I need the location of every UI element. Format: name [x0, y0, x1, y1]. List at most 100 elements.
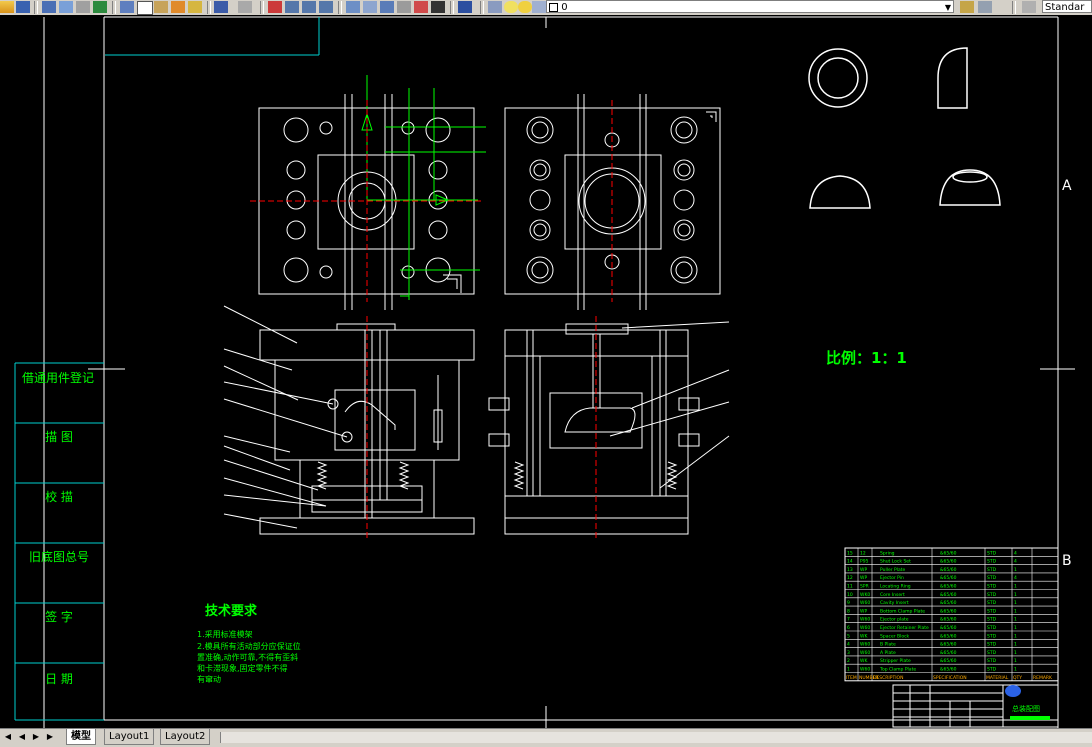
- toolbar-separator: [112, 1, 116, 14]
- bom-cell: 12: [860, 550, 866, 556]
- bom-cell: Ejector Pin: [880, 575, 904, 581]
- style-select[interactable]: Standar: [1042, 0, 1092, 13]
- toolbar-separator: [260, 1, 264, 14]
- copy-icon[interactable]: [137, 1, 153, 15]
- new-file-icon[interactable]: [0, 1, 14, 13]
- undo-icon[interactable]: [214, 1, 228, 13]
- layer-previous-icon[interactable]: [960, 1, 974, 13]
- cut-icon[interactable]: [120, 1, 134, 13]
- sun-icon[interactable]: [518, 1, 532, 13]
- stamp-row-2: 描 图: [45, 430, 73, 444]
- save-icon[interactable]: [16, 1, 30, 13]
- text-style-icon[interactable]: [1022, 1, 1036, 13]
- bom-cell: STD: [987, 550, 997, 556]
- bom-cell: &65/60: [940, 650, 957, 656]
- bom-cell: 1: [847, 667, 850, 673]
- bom-cell: Bottom Clamp Plate: [880, 608, 925, 614]
- layer-state-icon[interactable]: [978, 1, 992, 13]
- bom-cell: WK: [860, 633, 868, 639]
- zoom-realtime-icon[interactable]: [285, 1, 299, 13]
- bom-cell: STD: [987, 559, 997, 565]
- lock-icon[interactable]: [532, 1, 546, 13]
- tab-model[interactable]: 模型: [66, 729, 96, 745]
- bom-cell: STD: [987, 567, 997, 573]
- bom-cell: 13: [847, 567, 853, 573]
- bom-cell: 1: [1014, 567, 1017, 573]
- tab-layout2[interactable]: Layout2: [160, 729, 211, 745]
- first-tab-icon[interactable]: ◀: [2, 731, 14, 743]
- bom-cell: STD: [987, 584, 997, 590]
- tech-line-1: 1.采用标准模架: [197, 629, 253, 639]
- bom-header-cell: ITEM: [846, 675, 857, 681]
- zoom-previous-icon[interactable]: [319, 1, 333, 13]
- bom-cell: 1: [1014, 592, 1017, 598]
- toolbar-separator: [34, 1, 38, 14]
- bom-cell: 15: [847, 550, 853, 556]
- bom-cell: 7: [847, 617, 850, 623]
- paste-icon[interactable]: [154, 1, 168, 13]
- bom-cell: 14: [847, 559, 853, 565]
- calculator-icon[interactable]: [431, 1, 445, 13]
- bom-cell: 4: [847, 642, 850, 648]
- bom-cell: &65/60: [940, 592, 957, 598]
- match-properties-icon[interactable]: [171, 1, 185, 13]
- tab-layout1[interactable]: Layout1: [104, 729, 155, 745]
- lightbulb-icon[interactable]: [504, 1, 518, 13]
- canvas-background: [0, 15, 1092, 728]
- bom-cell: Core Insert: [880, 592, 905, 598]
- bom-cell: STD: [987, 625, 997, 631]
- bom-cell: STD: [987, 608, 997, 614]
- bom-header-cell: QTY: [1013, 675, 1022, 681]
- layer-manager-icon[interactable]: [488, 1, 502, 13]
- bom-cell: W60: [860, 642, 870, 648]
- zoom-window-icon[interactable]: [302, 1, 316, 13]
- bom-cell: 4: [1014, 575, 1017, 581]
- layer-color-swatch: [549, 2, 558, 12]
- tech-title: 技术要求: [205, 603, 258, 619]
- bom-cell: STD: [987, 633, 997, 639]
- scale-label: 比例：1：1: [826, 349, 907, 367]
- bom-cell: Top Clamp Plate: [879, 667, 916, 673]
- bom-cell: STD: [987, 658, 997, 664]
- bom-cell: &65/60: [940, 658, 957, 664]
- last-tab-icon[interactable]: ▶: [44, 731, 56, 743]
- title-block-bar: [1010, 716, 1050, 720]
- bom-cell: 4: [1014, 550, 1017, 556]
- bom-cell: WK0: [860, 592, 870, 598]
- markup-icon[interactable]: [414, 1, 428, 13]
- block-editor-icon[interactable]: [188, 1, 202, 13]
- bom-cell: &65/60: [940, 600, 957, 606]
- stamp-row-5: 签 字: [45, 609, 73, 624]
- bom-cell: &65/60: [940, 633, 957, 639]
- tech-line-4: 和卡滞现象,固定零件不得: [197, 663, 288, 673]
- etransmit-icon[interactable]: [93, 1, 107, 13]
- bom-cell: Puller Plate: [880, 567, 906, 573]
- bom-cell: &65/60: [940, 584, 957, 590]
- horizontal-scrollbar[interactable]: [220, 732, 1092, 743]
- chevron-down-icon[interactable]: ▼: [945, 1, 951, 12]
- plot-preview-icon[interactable]: [59, 1, 73, 13]
- bom-cell: 1: [1014, 633, 1017, 639]
- bom-cell: 2: [847, 658, 850, 664]
- bom-cell: WP: [860, 608, 867, 614]
- redo-icon[interactable]: [238, 1, 252, 13]
- properties-icon[interactable]: [346, 1, 360, 13]
- sheet-set-icon[interactable]: [397, 1, 411, 13]
- pan-icon[interactable]: [268, 1, 282, 13]
- previous-tab-icon[interactable]: ◀: [16, 731, 28, 743]
- bom-cell: WP: [860, 567, 867, 573]
- next-tab-icon[interactable]: ▶: [30, 731, 42, 743]
- bom-cell: W60: [860, 667, 870, 673]
- layer-select[interactable]: 0 ▼: [546, 0, 954, 13]
- tool-palettes-icon[interactable]: [380, 1, 394, 13]
- bom-cell: &65/60: [940, 575, 957, 581]
- bom-cell: 3: [847, 650, 850, 656]
- bom-header-cell: DESCRIPTION: [873, 675, 903, 681]
- bom-cell: Ejector plate: [880, 617, 909, 623]
- design-center-icon[interactable]: [363, 1, 377, 13]
- drawing-canvas[interactable]: A B 借通用件登记 描 图 校 描 旧底图总号 签 字 日 期 比例：1：1 …: [0, 15, 1092, 728]
- print-icon[interactable]: [42, 1, 56, 13]
- help-icon[interactable]: [458, 1, 472, 13]
- bom-cell: STD: [987, 617, 997, 623]
- publish-icon[interactable]: [76, 1, 90, 13]
